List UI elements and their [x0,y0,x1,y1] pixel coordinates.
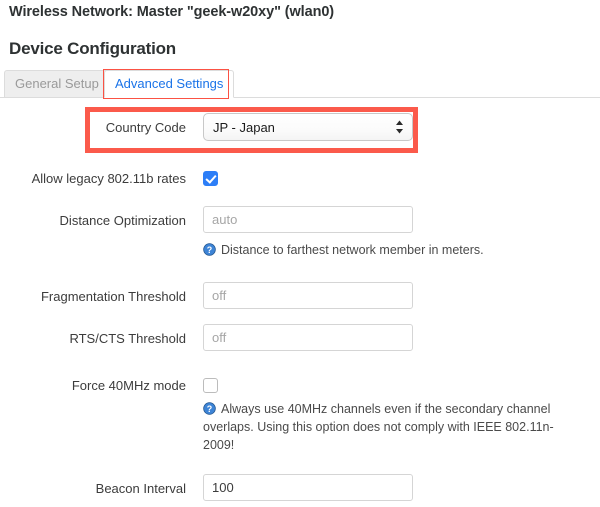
fragmentation-threshold-field [203,282,413,309]
wireless-network-title: Wireless Network: Master "geek-w20xy" (w… [9,4,335,20]
legacy-rates-field [203,170,218,188]
force-40mhz-hint-text: Always use 40MHz channels even if the se… [203,402,554,452]
page-title: Device Configuration [9,39,176,58]
svg-text:?: ? [207,404,212,414]
force-40mhz-field [203,377,218,395]
help-circle-icon: ? [203,402,216,415]
beacon-interval-label: Beacon Interval [95,481,186,496]
country-code-label: Country Code [105,120,186,135]
distance-optimization-label: Distance Optimization [59,213,186,228]
country-code-field: JP - Japan [203,113,413,141]
distance-optimization-input[interactable] [203,206,413,233]
device-configuration-page: Wireless Network: Master "geek-w20xy" (w… [0,0,600,507]
fragmentation-threshold-input[interactable] [203,282,413,309]
tab-bar: General Setup Advanced Settings [0,70,600,98]
svg-text:?: ? [207,245,212,255]
distance-optimization-field [203,206,413,233]
help-circle-icon: ? [203,243,216,256]
distance-optimization-hint-text: Distance to farthest network member in m… [221,243,484,257]
legacy-rates-checkbox[interactable] [203,171,218,187]
beacon-interval-input[interactable] [203,474,413,501]
country-code-select[interactable]: JP - Japan [203,113,413,141]
force-40mhz-checkbox[interactable] [203,378,218,394]
rts-cts-threshold-input[interactable] [203,324,413,351]
tab-general-setup[interactable]: General Setup [4,70,110,98]
tab-advanced-settings[interactable]: Advanced Settings [104,70,235,98]
beacon-interval-field [203,474,413,501]
force-40mhz-label: Force 40MHz mode [71,378,186,393]
force-40mhz-hint: ? Always use 40MHz channels even if the … [203,400,578,454]
rts-cts-threshold-field [203,324,413,351]
rts-cts-threshold-label: RTS/CTS Threshold [69,331,186,346]
fragmentation-threshold-label: Fragmentation Threshold [40,289,186,304]
tab-general-setup-label: General Setup [15,76,99,91]
distance-optimization-hint: ? Distance to farthest network member in… [203,241,578,259]
legacy-rates-label: Allow legacy 802.11b rates [31,171,186,186]
tab-advanced-settings-label: Advanced Settings [115,76,224,91]
